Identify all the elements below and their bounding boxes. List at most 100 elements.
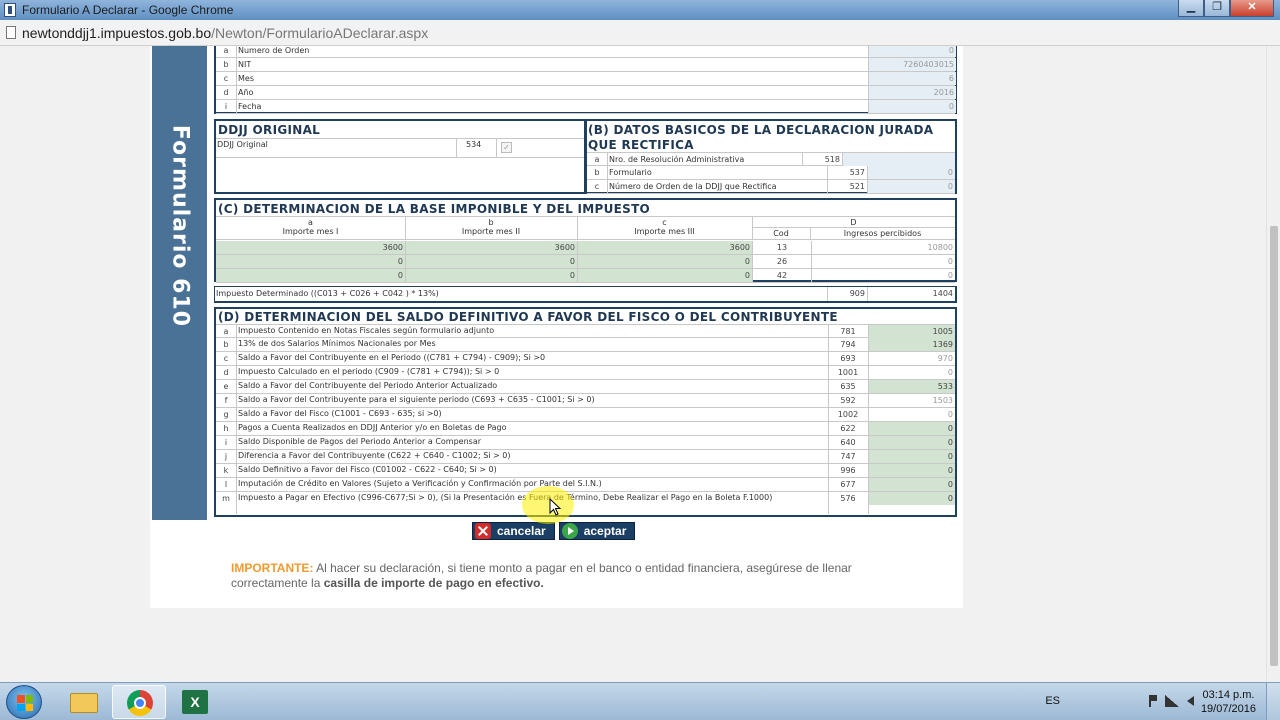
- row-value[interactable]: 0: [869, 100, 956, 113]
- important-emphasis: casilla de importe de pago en efectivo.: [323, 576, 544, 590]
- row-value[interactable]: 0: [869, 492, 955, 505]
- row-value[interactable]: 1369: [869, 338, 955, 351]
- row-value[interactable]: 0: [868, 166, 955, 179]
- row-label: Pagos a Cuenta Realizados en DDJJ Anteri…: [238, 423, 507, 432]
- divider: [236, 422, 237, 435]
- section-d-row: f Saldo a Favor del Contribuyente para el…: [216, 394, 955, 408]
- row-letter: e: [223, 382, 229, 391]
- window-title-bar: Formulario A Declarar - Google Chrome ▁ …: [0, 0, 1280, 20]
- row-letter: i: [224, 438, 228, 447]
- section-d-row: h Pagos a Cuenta Realizados en DDJJ Anter…: [216, 422, 955, 436]
- maximize-button[interactable]: ❐: [1204, 0, 1230, 17]
- taskbar-chrome[interactable]: [112, 685, 166, 719]
- row-value[interactable]: 533: [869, 380, 955, 393]
- minimize-button[interactable]: ▁: [1178, 0, 1204, 17]
- flag-icon[interactable]: [1149, 695, 1157, 707]
- row-label: Saldo a Favor del Contribuyente para el …: [238, 395, 595, 404]
- row-value[interactable]: 0: [869, 450, 955, 463]
- taskbar-excel[interactable]: X: [168, 685, 222, 719]
- col-c-header: Importe mes III: [634, 227, 695, 236]
- page-viewport: Formulario 610 a Numero de Orden 0 b NIT 7260…: [0, 46, 1280, 682]
- ddjj-original-title: DDJJ ORIGINAL: [218, 123, 321, 137]
- ddjj-original-code: 534: [466, 140, 482, 149]
- row-letter: j: [224, 452, 228, 461]
- divider: [236, 366, 237, 379]
- section-d-row: i Saldo Disponible de Pagos del Periodo A…: [216, 436, 955, 450]
- impuesto-value: 1404: [932, 289, 953, 298]
- impuesto-code: 909: [849, 289, 865, 298]
- divider: [236, 394, 237, 407]
- row-value[interactable]: 1005: [869, 325, 955, 338]
- row-value[interactable]: 0: [869, 422, 955, 435]
- row-code: 635: [840, 382, 856, 391]
- row-letter: h: [223, 424, 229, 433]
- section-c-row: 0 0 0 42 0: [216, 269, 955, 283]
- row-value[interactable]: 0: [869, 436, 955, 449]
- row-letter: a: [223, 46, 229, 55]
- row-label: Saldo Disponible de Pagos del Periodo An…: [238, 437, 482, 446]
- divider: [236, 464, 237, 477]
- divider: [236, 86, 237, 99]
- mouse-cursor-icon: [549, 497, 563, 518]
- row-label: 13% de dos Salarios Mínimos Nacionales p…: [238, 339, 436, 348]
- clock[interactable]: 03:14 p.m. 19/07/2016: [1201, 688, 1256, 716]
- cancel-button[interactable]: cancelar: [472, 522, 555, 540]
- scrollbar-thumb[interactable]: [1270, 226, 1278, 666]
- section-d: (D) DETERMINACION DEL SALDO DEFINITIVO A…: [214, 307, 957, 517]
- amount-input-c[interactable]: 0: [578, 255, 752, 268]
- header-row: a Numero de Orden 0: [216, 46, 956, 58]
- play-icon: [561, 523, 578, 539]
- row-letter: k: [223, 466, 229, 475]
- amount-input-b[interactable]: 0: [406, 269, 577, 282]
- amount-input-a[interactable]: 3600: [216, 241, 405, 254]
- taskbar: X ES 03:14 p.m. 19/07/2016: [0, 682, 1280, 720]
- show-desktop-button[interactable]: [1266, 683, 1280, 720]
- amount-input-b[interactable]: 3600: [406, 241, 577, 254]
- amount-input-a[interactable]: 0: [216, 269, 405, 282]
- volume-icon[interactable]: [1187, 696, 1194, 706]
- network-icon[interactable]: [1165, 695, 1179, 707]
- row-value[interactable]: 6: [869, 72, 956, 85]
- address-bar[interactable]: newtonddjj1.impuestos.gob.bo/Newton/Form…: [0, 20, 1280, 46]
- taskbar-explorer[interactable]: [56, 685, 110, 719]
- chrome-icon: [127, 690, 153, 716]
- cancel-icon: [475, 523, 491, 539]
- impuesto-determinado: Impuesto Determinado ((C013 + C026 + C04…: [214, 286, 957, 303]
- row-label: Impuesto Calculado en el periodo (C909 -…: [238, 367, 500, 376]
- row-value[interactable]: 0: [869, 464, 955, 477]
- row-value[interactable]: 7260403015: [869, 58, 956, 71]
- row-code: 576: [840, 494, 856, 503]
- row-value[interactable]: [843, 153, 955, 166]
- cod-value: 13: [776, 243, 788, 252]
- divider: [236, 408, 237, 421]
- app-icon: [4, 3, 16, 17]
- cod-value: 26: [776, 257, 788, 266]
- header-section: a Numero de Orden 0 b NIT 7260403015 c Mes 6 d Año…: [214, 46, 957, 114]
- amount-input-b[interactable]: 0: [406, 255, 577, 268]
- divider: [607, 180, 608, 193]
- url-text[interactable]: newtonddjj1.impuestos.gob.bo/Newton/Form…: [22, 25, 428, 41]
- amount-input-c[interactable]: 3600: [578, 241, 752, 254]
- url-host: newtonddjj1.impuestos.gob.bo: [22, 25, 212, 41]
- impuesto-label: Impuesto Determinado ((C013 + C026 + C04…: [216, 289, 439, 298]
- row-value[interactable]: 0: [869, 478, 955, 491]
- ddjj-original-checkbox[interactable]: ✓: [501, 142, 512, 153]
- row-label: Mes: [238, 74, 254, 83]
- section-b-title: (B) DATOS BASICOS DE LA DECLARACION JURA…: [588, 123, 934, 152]
- windows-logo-icon: [17, 695, 33, 711]
- close-button[interactable]: ✕: [1230, 0, 1274, 17]
- language-indicator[interactable]: ES: [1045, 695, 1060, 707]
- row-value[interactable]: 2016: [869, 86, 956, 99]
- row-value[interactable]: 0: [868, 180, 955, 193]
- row-code: 747: [840, 452, 856, 461]
- row-code: 1001: [837, 368, 859, 377]
- amount-input-c[interactable]: 0: [578, 269, 752, 282]
- amount-input-a[interactable]: 0: [216, 255, 405, 268]
- accept-button[interactable]: aceptar: [558, 522, 636, 540]
- row-code: 781: [840, 327, 856, 336]
- page-scrollbar[interactable]: [1266, 46, 1280, 682]
- system-tray: ES 03:14 p.m. 19/07/2016: [980, 683, 1280, 720]
- section-d-title: (D) DETERMINACION DEL SALDO DEFINITIVO A…: [218, 310, 838, 324]
- start-button[interactable]: [6, 685, 42, 719]
- row-value[interactable]: 0: [869, 46, 956, 57]
